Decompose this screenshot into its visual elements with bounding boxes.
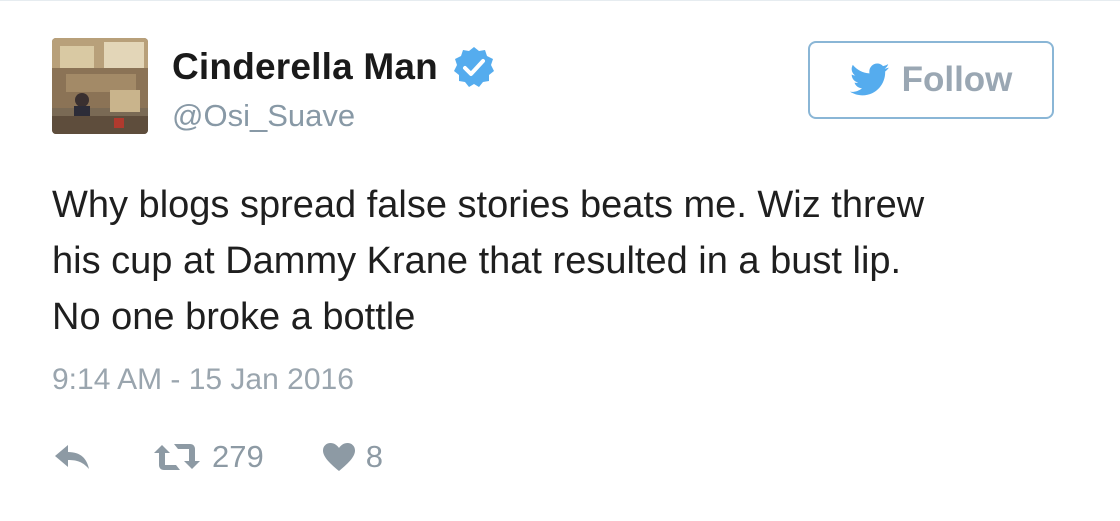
tweet-text-line: Why blogs spread false stories beats me.…	[52, 184, 925, 226]
heart-icon	[322, 442, 356, 472]
author-name-row: Cinderella Man	[172, 45, 496, 89]
retweet-button[interactable]: 279	[152, 439, 264, 475]
like-button[interactable]: 8	[322, 439, 383, 475]
verified-badge-icon	[452, 45, 496, 89]
tweet-text: Why blogs spread false stories beats me.…	[52, 177, 1072, 345]
tweet-text-line: No one broke a bottle	[52, 296, 416, 338]
tweet-card: Cinderella Man @Osi_Suave Follow Why blo…	[0, 0, 1120, 521]
reply-button[interactable]	[52, 442, 92, 472]
follow-button-label: Follow	[901, 60, 1013, 99]
retweet-count: 279	[212, 439, 264, 474]
follow-button[interactable]: Follow	[808, 41, 1054, 119]
retweet-icon	[152, 441, 202, 473]
reply-icon	[52, 442, 92, 472]
twitter-bird-icon	[849, 63, 890, 97]
tweet-timestamp[interactable]: 9:14 AM - 15 Jan 2016	[52, 363, 354, 397]
tweet-text-line: his cup at Dammy Krane that resulted in …	[52, 240, 902, 282]
author-display-name[interactable]: Cinderella Man	[172, 46, 438, 88]
author-handle[interactable]: @Osi_Suave	[172, 98, 355, 134]
tweet-actions: 279 8	[52, 437, 383, 477]
like-count: 8	[365, 439, 383, 474]
avatar[interactable]	[52, 38, 148, 134]
